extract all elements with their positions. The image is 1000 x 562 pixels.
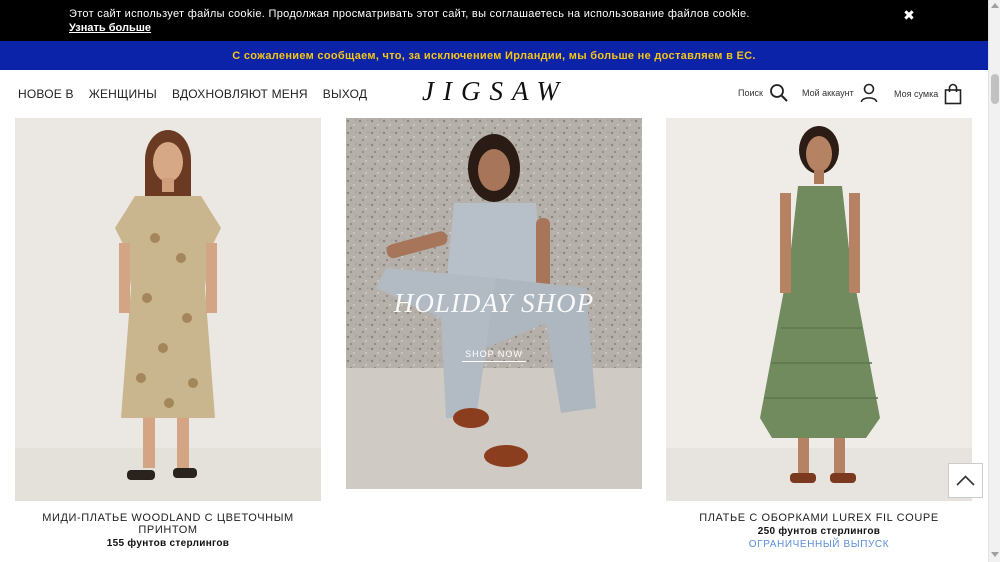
- cookie-banner: Этот сайт использует файлы cookie. Продо…: [0, 0, 988, 41]
- limited-edition-badge: ОГРАНИЧЕННЫЙ ВЫПУСК: [748, 539, 890, 550]
- nav-item-new-in[interactable]: НОВОЕ В: [18, 87, 74, 101]
- main-nav: НОВОЕ В ЖЕНЩИНЫ ВДОХНОВЛЯЮТ МЕНЯ ВЫХОД: [18, 87, 367, 101]
- bag-button[interactable]: Моя сумка: [894, 83, 962, 105]
- nav-item-sale[interactable]: ВЫХОД: [323, 87, 367, 101]
- promo-title: HOLIDAY SHOP: [393, 288, 595, 318]
- shipping-notice-text: С сожалением сообщаем, что, за исключени…: [232, 50, 756, 62]
- product-image-lurex-dress[interactable]: [666, 118, 972, 501]
- search-icon: [769, 83, 789, 103]
- product-name[interactable]: ПЛАТЬЕ С ОБОРКАМИ LUREX FIL COUPE: [666, 512, 972, 524]
- back-to-top-button[interactable]: [948, 463, 983, 498]
- product-caption-lurex-dress: ПЛАТЬЕ С ОБОРКАМИ LUREX FIL COUPE 250 фу…: [666, 512, 972, 550]
- nav-item-women[interactable]: ЖЕНЩИНЫ: [89, 87, 157, 101]
- cookie-learn-more-link[interactable]: Узнать больше: [69, 22, 151, 34]
- product-price: 250 фунтов стерлингов: [757, 526, 881, 537]
- site-logo[interactable]: JIGSAW: [422, 76, 568, 107]
- bag-label: Моя сумка: [894, 89, 939, 99]
- chevron-up-icon: [949, 475, 982, 501]
- shopping-bag-icon: [944, 83, 962, 105]
- nav-item-inspire-me[interactable]: ВДОХНОВЛЯЮТ МЕНЯ: [172, 87, 308, 101]
- page-scrollbar[interactable]: [988, 0, 1000, 562]
- holiday-shop-promo[interactable]: HOLIDAY SHOP SHOP NOW: [346, 118, 642, 489]
- search-button[interactable]: Поиск: [738, 83, 789, 103]
- cookie-message: Этот сайт использует файлы cookie. Продо…: [69, 8, 750, 20]
- scroll-down-arrow-icon[interactable]: [991, 552, 999, 557]
- product-caption-woodland-dress: МИДИ-ПЛАТЬЕ WOODLAND С ЦВЕТОЧНЫМ ПРИНТОМ…: [15, 512, 321, 549]
- product-image-woodland-dress[interactable]: [15, 118, 321, 501]
- shipping-notice-banner: С сожалением сообщаем, что, за исключени…: [0, 41, 988, 70]
- product-name[interactable]: МИДИ-ПЛАТЬЕ WOODLAND С ЦВЕТОЧНЫМ ПРИНТОМ: [15, 512, 321, 536]
- close-icon[interactable]: ✖: [900, 6, 918, 24]
- user-icon: [860, 83, 878, 103]
- shop-now-link[interactable]: SHOP NOW: [462, 349, 526, 362]
- site-header: НОВОЕ В ЖЕНЩИНЫ ВДОХНОВЛЯЮТ МЕНЯ ВЫХОД J…: [0, 70, 988, 118]
- scroll-up-arrow-icon[interactable]: [991, 3, 999, 8]
- account-label: Мой аккаунт: [802, 88, 854, 98]
- account-button[interactable]: Мой аккаунт: [802, 83, 878, 103]
- search-label: Поиск: [738, 88, 763, 98]
- scrollbar-thumb[interactable]: [991, 74, 999, 104]
- product-price: 155 фунтов стерлингов: [106, 538, 230, 549]
